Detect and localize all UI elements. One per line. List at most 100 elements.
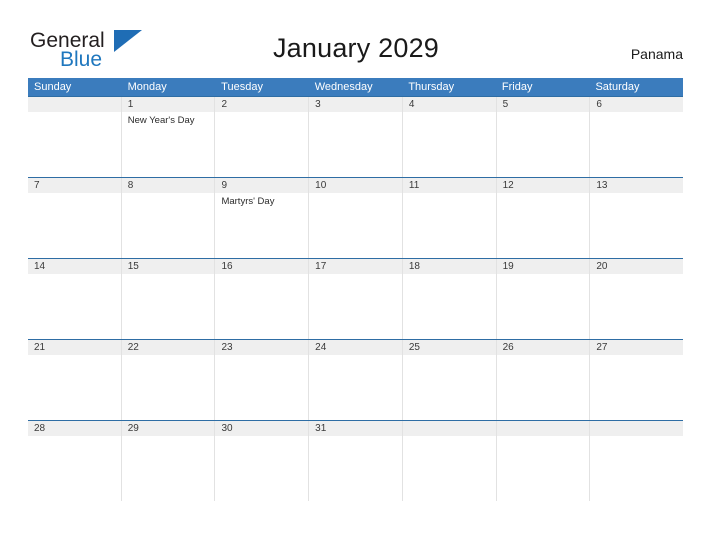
day-number[interactable]: 1 (120, 97, 215, 112)
day-cell[interactable] (308, 193, 402, 258)
day-number[interactable]: 28 (28, 421, 121, 436)
day-cell[interactable] (28, 436, 121, 501)
day-number[interactable]: 15 (120, 259, 215, 274)
week-day-cells (28, 436, 683, 501)
day-cell[interactable] (589, 193, 683, 258)
day-cell[interactable] (308, 436, 402, 501)
day-number[interactable] (28, 97, 121, 112)
day-number[interactable]: 8 (120, 178, 215, 193)
day-number[interactable]: 16 (214, 259, 308, 274)
day-number[interactable]: 30 (214, 421, 308, 436)
day-cell[interactable] (495, 436, 590, 501)
week-day-numbers: 7 8 9 10 11 12 13 (28, 178, 683, 193)
day-cell[interactable] (401, 274, 496, 339)
calendar-week-row: 7 8 9 10 11 12 13 Martyrs' Day (28, 177, 683, 258)
day-number[interactable]: 23 (214, 340, 308, 355)
week-day-numbers: 28 29 30 31 (28, 421, 683, 436)
day-number[interactable]: 13 (589, 178, 683, 193)
week-day-cells: Martyrs' Day (28, 193, 683, 258)
week-day-numbers: 14 15 16 17 18 19 20 (28, 259, 683, 274)
day-cell[interactable] (589, 112, 683, 177)
day-cell[interactable] (589, 436, 683, 501)
day-number[interactable]: 6 (589, 97, 683, 112)
event-label: Martyrs' Day (221, 196, 275, 207)
day-cell[interactable] (120, 193, 215, 258)
weekday-header-monday: Monday (127, 81, 167, 93)
day-cell[interactable] (214, 355, 308, 420)
day-cell[interactable] (120, 436, 215, 501)
week-day-numbers: 21 22 23 24 25 26 27 (28, 340, 683, 355)
day-number[interactable]: 12 (495, 178, 590, 193)
day-cell[interactable] (214, 436, 308, 501)
day-cell[interactable] (495, 112, 590, 177)
day-number[interactable]: 4 (401, 97, 496, 112)
day-number[interactable]: 11 (401, 178, 496, 193)
day-number[interactable]: 9 (214, 178, 308, 193)
weekday-header-saturday: Saturday (595, 81, 640, 93)
calendar-grid: Sunday Monday Tuesday Wednesday Thursday… (28, 78, 683, 501)
day-cell[interactable] (401, 436, 496, 501)
week-day-cells: New Year's Day (28, 112, 683, 177)
day-cell[interactable] (28, 355, 121, 420)
day-number[interactable]: 19 (495, 259, 590, 274)
day-cell[interactable] (214, 112, 308, 177)
day-number[interactable] (495, 421, 590, 436)
day-cell[interactable] (401, 193, 496, 258)
page-title: January 2029 (272, 33, 440, 63)
day-number[interactable]: 26 (495, 340, 590, 355)
day-cell[interactable] (401, 355, 496, 420)
week-day-cells (28, 274, 683, 339)
day-cell[interactable]: New Year's Day (120, 112, 215, 177)
day-number[interactable]: 20 (589, 259, 683, 274)
day-number[interactable]: 25 (401, 340, 496, 355)
country-label: Panama (630, 46, 683, 62)
day-cell[interactable] (401, 112, 496, 177)
day-number[interactable]: 7 (28, 178, 121, 193)
day-number[interactable]: 29 (120, 421, 215, 436)
day-cell[interactable] (28, 274, 121, 339)
event-label: New Year's Day (127, 115, 195, 126)
weekday-header-sunday: Sunday (34, 81, 72, 93)
calendar-week-row: 21 22 23 24 25 26 27 (28, 339, 683, 420)
day-number[interactable]: 24 (308, 340, 402, 355)
calendar-week-row: 1 2 3 4 5 6 New Year's Day (28, 96, 683, 177)
weekday-header-thursday: Thursday (408, 81, 455, 93)
week-day-cells (28, 355, 683, 420)
weekday-header-row: Sunday Monday Tuesday Wednesday Thursday… (28, 78, 683, 96)
day-number[interactable]: 27 (589, 340, 683, 355)
day-number[interactable]: 31 (308, 421, 402, 436)
day-cell[interactable] (28, 193, 121, 258)
day-cell[interactable] (495, 193, 590, 258)
weekday-header-friday: Friday (501, 81, 533, 93)
day-cell[interactable] (120, 274, 215, 339)
week-day-numbers: 1 2 3 4 5 6 (28, 97, 683, 112)
day-number[interactable]: 14 (28, 259, 121, 274)
day-cell[interactable]: Martyrs' Day (214, 193, 308, 258)
day-number[interactable] (401, 421, 496, 436)
calendar-week-row: 14 15 16 17 18 19 20 (28, 258, 683, 339)
calendar-page: General Blue January 2029 Panama Sunday … (0, 0, 712, 550)
page-header: General Blue January 2029 Panama (0, 0, 712, 76)
day-number[interactable] (589, 421, 683, 436)
day-cell[interactable] (589, 274, 683, 339)
day-cell[interactable] (308, 274, 402, 339)
weekday-header-tuesday: Tuesday (221, 81, 263, 93)
day-number[interactable]: 21 (28, 340, 121, 355)
day-number[interactable]: 2 (214, 97, 308, 112)
day-cell[interactable] (214, 274, 308, 339)
day-number[interactable]: 5 (495, 97, 590, 112)
day-number[interactable]: 10 (308, 178, 402, 193)
day-cell[interactable] (120, 355, 215, 420)
day-number[interactable]: 18 (401, 259, 496, 274)
day-number[interactable]: 22 (120, 340, 215, 355)
day-cell[interactable] (589, 355, 683, 420)
calendar-week-row: 28 29 30 31 (28, 420, 683, 501)
day-cell[interactable] (495, 355, 590, 420)
day-number[interactable]: 17 (308, 259, 402, 274)
day-cell[interactable] (28, 112, 121, 177)
day-number[interactable]: 3 (308, 97, 402, 112)
day-cell[interactable] (495, 274, 590, 339)
weekday-header-wednesday: Wednesday (314, 81, 373, 93)
day-cell[interactable] (308, 112, 402, 177)
day-cell[interactable] (308, 355, 402, 420)
